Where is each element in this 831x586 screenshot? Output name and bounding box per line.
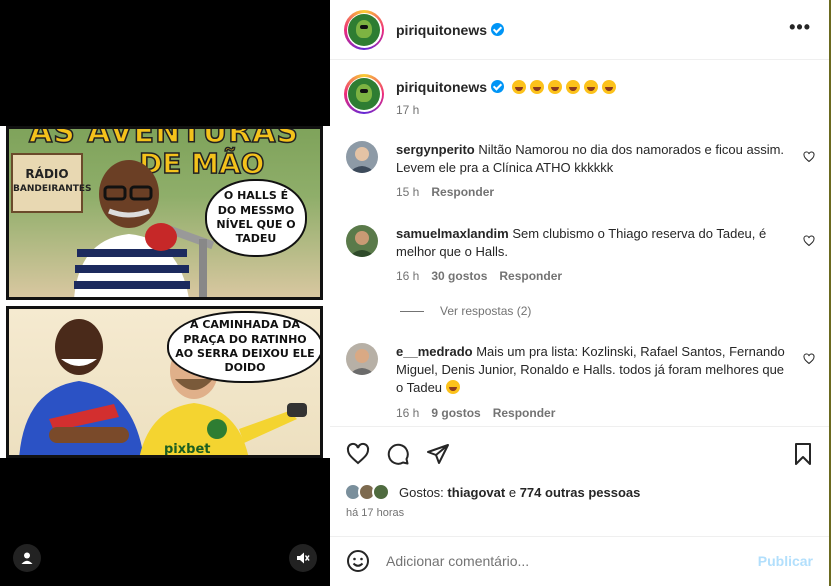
comment-meta-2: 16 h 30 gostos Responder	[396, 269, 574, 283]
reply-button[interactable]: Responder	[499, 269, 562, 283]
comic-image: AS AVENTURAS DE MÃO RÁDIO BANDEIRANTES O…	[0, 126, 330, 458]
emoji-icon[interactable]	[346, 549, 370, 573]
instagram-post-modal: AS AVENTURAS DE MÃO RÁDIO BANDEIRANTES O…	[0, 0, 831, 586]
comment-meta-1: 15 h Responder	[396, 185, 506, 199]
likes-others[interactable]: 774 outras pessoas	[520, 485, 641, 500]
liker-avatar[interactable]	[372, 483, 390, 501]
comment-meta-3: 16 h 9 gostos Responder	[396, 406, 567, 420]
author-username[interactable]: piriquitonews	[396, 22, 487, 38]
comment-username[interactable]: e__medrado	[396, 344, 473, 359]
post-header: piriquitonews •••	[330, 0, 831, 60]
bookmark-icon[interactable]	[791, 442, 815, 466]
author-username-row[interactable]: piriquitonews	[396, 22, 504, 38]
speech-bubble-bottom: A CAMINHADA DA PRAÇA DO RATINHO AO SERRA…	[167, 311, 320, 383]
comic-panel-top: AS AVENTURAS DE MÃO RÁDIO BANDEIRANTES O…	[6, 126, 323, 300]
comment-like-heart-icon[interactable]	[803, 235, 815, 247]
comment-text-3: e__medrado Mais um pra lista: Kozlinski,…	[396, 343, 786, 397]
shirt-sponsor-text: pixbet	[164, 442, 211, 457]
speech-bubble-top: O HALLS É DO MESSMO NÍVEL QUE O TADEU	[205, 179, 307, 257]
reply-button[interactable]: Responder	[493, 406, 556, 420]
commenter-avatar[interactable]	[346, 343, 378, 375]
comment-likes-count[interactable]: 30 gostos	[431, 269, 487, 283]
likes-connector: e	[508, 485, 517, 500]
comment-text-2: samuelmaxlandim Sem clubismo o Thiago re…	[396, 225, 786, 261]
view-replies-button[interactable]: Ver respostas (2)	[400, 304, 531, 318]
likes-prefix: Gostos:	[399, 485, 444, 500]
comment-like-heart-icon[interactable]	[803, 353, 815, 365]
comment-username[interactable]: samuelmaxlandim	[396, 226, 509, 241]
heart-icon[interactable]	[346, 442, 370, 466]
radio-sign-line1: RÁDIO	[25, 167, 69, 181]
tagged-users-button[interactable]	[13, 544, 41, 572]
likes-user[interactable]: thiagovat	[447, 485, 505, 500]
caption-username[interactable]: piriquitonews	[396, 79, 487, 95]
comment-like-heart-icon[interactable]	[803, 151, 815, 163]
caption-row: piriquitonews	[396, 79, 616, 95]
publish-button[interactable]: Publicar	[758, 553, 813, 569]
comic-panel-bottom: pixbet A CAMINHADA DA PRAÇA DO RATINHO A…	[6, 306, 323, 458]
post-sidebar: piriquitonews ••• piriquitonews 17 h ser…	[330, 0, 831, 586]
comment-time[interactable]: 15 h	[396, 185, 419, 199]
reply-button[interactable]: Responder	[431, 185, 494, 199]
comment-input[interactable]	[386, 551, 746, 571]
caption-emoji-icons	[508, 79, 616, 95]
caption-time[interactable]: 17 h	[396, 103, 419, 117]
comment-username[interactable]: sergynperito	[396, 142, 475, 157]
author-avatar[interactable]	[344, 10, 384, 50]
comment-time[interactable]: 16 h	[396, 269, 419, 283]
comment-time[interactable]: 16 h	[396, 406, 419, 420]
verified-badge-icon	[491, 23, 504, 36]
muted-speaker-icon	[297, 552, 310, 564]
comic-player-illustration	[19, 319, 144, 455]
post-actions: Gostos: thiagovat e 774 outras pessoas h…	[330, 426, 831, 536]
comment-icon[interactable]	[386, 442, 410, 466]
likes-summary: Gostos: thiagovat e 774 outras pessoas	[399, 485, 640, 500]
laughing-emoji-icon	[446, 380, 461, 394]
mute-button[interactable]	[289, 544, 317, 572]
comment-composer: Publicar	[330, 536, 831, 586]
verified-badge-icon	[491, 80, 504, 93]
send-icon[interactable]	[426, 442, 450, 466]
comment-text-1: sergynperito Niltão Namorou no dia dos n…	[396, 141, 786, 177]
more-options-button[interactable]: •••	[789, 18, 811, 36]
commenter-avatar[interactable]	[346, 225, 378, 257]
post-timestamp[interactable]: há 17 horas	[346, 507, 404, 519]
comment-likes-count[interactable]: 9 gostos	[431, 406, 480, 420]
caption-author-avatar[interactable]	[344, 74, 384, 114]
commenter-avatar[interactable]	[346, 141, 378, 173]
user-icon	[21, 552, 33, 564]
post-media[interactable]: AS AVENTURAS DE MÃO RÁDIO BANDEIRANTES O…	[0, 0, 330, 586]
comments-section: piriquitonews 17 h sergynperito Niltão N…	[330, 61, 831, 426]
